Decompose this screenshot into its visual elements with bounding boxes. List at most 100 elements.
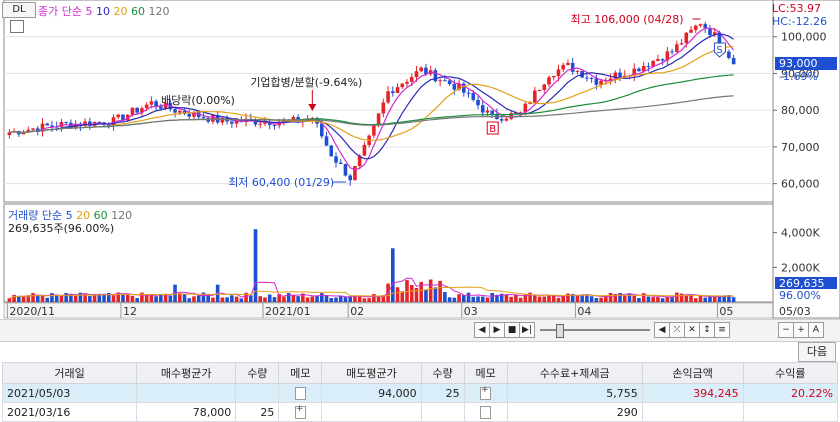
next-icon[interactable]: ▶ [489, 322, 505, 338]
volume-bar [211, 297, 215, 302]
stock-chart[interactable]: 100,000 90,000 80,000 70,000 60,000 4,000K 2,0… [0, 0, 840, 319]
grid-toggle-icon[interactable] [10, 20, 24, 33]
cell-sell-qty: 25 [420, 383, 465, 403]
col-buy-avg: 매수평균가 [136, 362, 237, 384]
chart-canvas[interactable]: 100,00090,00080,00070,00060,0004,000K2,0… [0, 0, 840, 320]
volume-bar [462, 294, 466, 302]
table-row[interactable]: 2021/03/16 78,000 25 290 [1, 402, 839, 422]
chart-control-bar: ◀ ▶ ■ ▶| ◀ ⤫ ✕ ↕ ≡ − + A [0, 319, 840, 342]
volume-bar [490, 292, 495, 302]
draw-icon[interactable]: ⤫ [669, 322, 685, 338]
cell-buy-memo[interactable] [278, 402, 323, 422]
cell-sell-memo[interactable] [463, 402, 508, 422]
memo-add-icon[interactable] [294, 404, 306, 419]
volume-bar [447, 297, 452, 302]
price-legend: 종가 단순 5 10 20 60 120 [38, 3, 169, 19]
volume-bar [480, 296, 485, 302]
candle-body [201, 117, 206, 119]
cell-profit: 394,245 [641, 383, 744, 403]
zoom-slider-handle[interactable] [556, 324, 564, 338]
cell-buy-avg: 78,000 [136, 402, 237, 422]
crosshair-icon[interactable]: ✕ [684, 322, 700, 338]
candle-body [471, 93, 476, 100]
volume-bar [514, 294, 518, 302]
volume-bar [187, 298, 192, 302]
more-tools-icon[interactable]: ≡ [714, 322, 730, 338]
candle-body [338, 162, 343, 164]
volume-bar [239, 298, 244, 302]
cell-buy-avg [136, 383, 237, 403]
volume-bar [409, 284, 414, 302]
cell-buy-memo[interactable] [278, 383, 323, 403]
cell-buy-qty: 25 [235, 402, 280, 422]
memo-icon[interactable] [480, 405, 492, 419]
font-size-icon[interactable]: A [808, 322, 824, 338]
volume-bar [424, 289, 428, 302]
candle-body [31, 128, 35, 130]
right-date-label: 05/03 [779, 305, 811, 318]
cell-sell-memo[interactable] [463, 383, 508, 403]
col-rate: 수익률 [742, 362, 839, 384]
cell-buy-qty [235, 383, 280, 403]
candle-body [381, 102, 386, 114]
volume-bar [329, 298, 334, 302]
volume-bar [372, 294, 376, 302]
candle-body [258, 123, 263, 125]
next-page-button[interactable]: 다음 [798, 342, 836, 362]
volume-bar [693, 298, 698, 302]
candle-body [693, 25, 698, 30]
volume-bar [542, 296, 547, 302]
volume-bar [689, 295, 693, 302]
candle-body [646, 66, 651, 68]
candle-body [116, 114, 121, 118]
volume-bar [7, 298, 12, 302]
zoom-fit-icon[interactable]: ◀ [654, 322, 670, 338]
vol-ma120-label: 120 [111, 209, 133, 222]
col-buy-memo: 메모 [278, 362, 323, 384]
volume-bar [561, 296, 566, 302]
buy-marker-label: B [489, 124, 496, 135]
ma10-label: 10 [95, 5, 110, 18]
table-row[interactable]: 2021/05/03 94,000 25 5,755 394,245 20.22… [1, 383, 839, 403]
memo-icon[interactable] [294, 386, 306, 400]
current-volume-ratio: 96.00% [779, 289, 821, 302]
candle-body [656, 59, 660, 61]
candle-body [547, 77, 551, 85]
candle-body [400, 83, 405, 88]
candle-body [177, 110, 182, 113]
volume-bar [59, 295, 64, 302]
volume-bar [111, 295, 116, 302]
volume-bar [319, 293, 324, 302]
volume-bar [608, 292, 613, 302]
volume-bar [698, 295, 703, 302]
stop-icon[interactable]: ■ [504, 322, 520, 338]
volume-bar [45, 297, 50, 302]
col-fee: 수수료+제세금 [506, 362, 643, 384]
volume-bar [73, 295, 78, 302]
candle-body [419, 67, 424, 72]
volume-bar [12, 294, 16, 302]
candle-body [537, 89, 542, 91]
candle-body [637, 68, 641, 72]
volume-bar [599, 297, 603, 302]
volume-bar [357, 296, 362, 302]
candle-body [670, 51, 674, 53]
volume-bar [40, 295, 45, 302]
candle-body [324, 136, 329, 146]
candle-body [64, 121, 68, 123]
tool-icon[interactable]: ↕ [699, 322, 715, 338]
candle-body [372, 124, 376, 136]
zoom-out-icon[interactable]: − [778, 322, 794, 338]
dl-button[interactable]: DL [2, 2, 36, 18]
candle-body [684, 32, 689, 44]
volume-bar [196, 295, 201, 302]
volume-bar [504, 294, 509, 302]
volume-bar [476, 296, 480, 302]
volume-bar [267, 294, 272, 302]
memo-add-icon[interactable] [480, 385, 492, 400]
col-profit: 손익금액 [641, 362, 744, 384]
fast-forward-icon[interactable]: ▶| [519, 322, 535, 338]
zoom-in-icon[interactable]: + [793, 322, 809, 338]
prev-icon[interactable]: ◀ [474, 322, 490, 338]
volume-bar [622, 295, 627, 302]
